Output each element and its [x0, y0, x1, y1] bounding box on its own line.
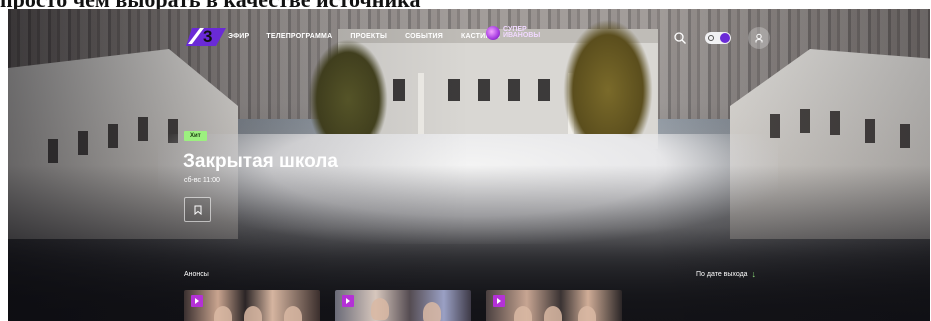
moon-icon [720, 33, 730, 43]
nav-item-schedule[interactable]: Телепрограмма [266, 33, 332, 40]
arrow-down-icon: ↓ [751, 269, 757, 279]
announcement-card[interactable] [335, 290, 471, 321]
nav-item-live[interactable]: Эфир [228, 33, 249, 40]
announcements-list [184, 290, 622, 321]
hero-banner: 3 Эфир Телепрограмма Проекты События Кас… [8, 9, 930, 321]
bookmark-icon [194, 205, 201, 215]
profile-button[interactable] [748, 27, 770, 49]
nav-item-projects[interactable]: Проекты [350, 33, 387, 40]
channel-logo-text: 3 [203, 27, 212, 46]
announcement-card[interactable] [184, 290, 320, 321]
main-nav: Эфир Телепрограмма Проекты События Касти… [228, 33, 500, 40]
announcements-title: Анонсы [184, 271, 209, 278]
bookmark-button[interactable] [184, 197, 211, 222]
hit-badge: Хит [184, 131, 207, 141]
play-icon [493, 295, 505, 307]
show-schedule: сб-вс 11:00 [184, 177, 220, 184]
sort-by-date[interactable]: По дате выхода ↓ [696, 269, 757, 279]
promo-text: СУПЕР ИВАНОВЫ [503, 26, 541, 39]
promo-link[interactable]: СУПЕР ИВАНОВЫ [486, 26, 540, 40]
site-header: 3 Эфир Телепрограмма Проекты События Кас… [8, 9, 930, 57]
play-icon [342, 295, 354, 307]
play-icon [191, 295, 203, 307]
theme-toggle[interactable] [705, 32, 731, 44]
profile-icon [755, 33, 763, 43]
show-title: Закрытая школа [183, 151, 338, 172]
sort-label: По дате выхода [696, 271, 748, 278]
promo-icon [486, 26, 500, 40]
search-icon[interactable] [673, 31, 687, 45]
sun-icon [708, 35, 714, 41]
nav-item-events[interactable]: События [405, 33, 443, 40]
announcement-card[interactable] [486, 290, 622, 321]
